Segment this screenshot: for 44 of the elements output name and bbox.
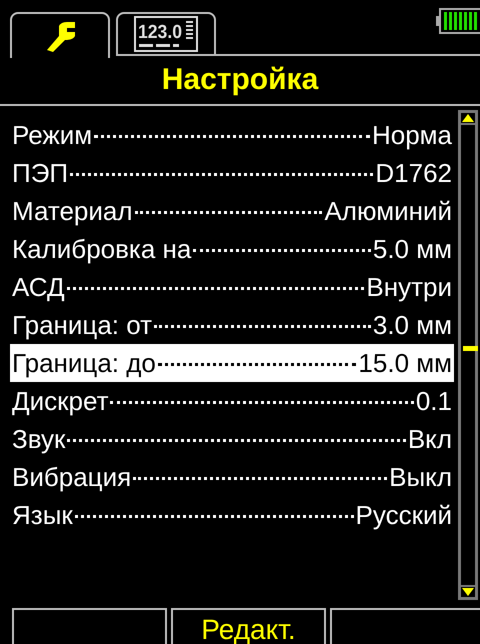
settings-row[interactable]: Звук Вкл: [10, 420, 454, 458]
setting-label: Дискрет: [12, 385, 108, 418]
setting-value: Алюминий: [324, 195, 452, 228]
settings-row[interactable]: Материал Алюминий: [10, 192, 454, 230]
setting-label: Граница: до: [12, 347, 156, 380]
setting-value: 5.0 мм: [372, 233, 452, 266]
setting-value: 15.0 мм: [358, 347, 452, 380]
setting-label: Язык: [12, 499, 73, 532]
setting-label: АСД: [12, 271, 65, 304]
settings-row[interactable]: АСД Внутри: [10, 268, 454, 306]
settings-row[interactable]: ПЭП D1762: [10, 154, 454, 192]
settings-row[interactable]: Язык Русский: [10, 496, 454, 534]
settings-row[interactable]: Калибровка на 5.0 мм: [10, 230, 454, 268]
setting-value: 3.0 мм: [372, 309, 452, 342]
setting-label: Режим: [12, 119, 92, 152]
scroll-bar[interactable]: [458, 110, 478, 600]
scroll-down-icon[interactable]: [462, 587, 474, 597]
scroll-up-icon[interactable]: [462, 113, 474, 123]
settings-row[interactable]: Дискрет 0.1: [10, 382, 454, 420]
setting-value: D1762: [375, 157, 452, 190]
battery-icon: [436, 8, 480, 34]
settings-row[interactable]: Граница: до 15.0 мм: [10, 344, 454, 382]
setting-value: Вкл: [408, 423, 452, 456]
setting-value: Норма: [372, 119, 452, 152]
display-icon: 123.0: [134, 16, 198, 52]
setting-label: Материал: [12, 195, 133, 228]
setting-value: Выкл: [389, 461, 452, 494]
tab[interactable]: 123.0: [116, 12, 216, 56]
setting-value: Внутри: [366, 271, 452, 304]
screen-title: Настройка: [162, 63, 318, 97]
tab[interactable]: [10, 12, 110, 58]
setting-label: Граница: от: [12, 309, 152, 342]
setting-value: 0.1: [416, 385, 452, 418]
softkey-button[interactable]: [330, 608, 480, 644]
settings-row[interactable]: Режим Норма: [10, 116, 454, 154]
setting-value: Русский: [356, 499, 452, 532]
setting-label: Калибровка на: [12, 233, 192, 266]
settings-row[interactable]: Граница: от 3.0 мм: [10, 306, 454, 344]
settings-row[interactable]: Вибрация Выкл: [10, 458, 454, 496]
setting-label: ПЭП: [12, 157, 68, 190]
scroll-thumb[interactable]: [463, 346, 478, 351]
setting-label: Звук: [12, 423, 66, 456]
softkey-button[interactable]: [12, 608, 167, 644]
setting-label: Вибрация: [12, 461, 132, 494]
